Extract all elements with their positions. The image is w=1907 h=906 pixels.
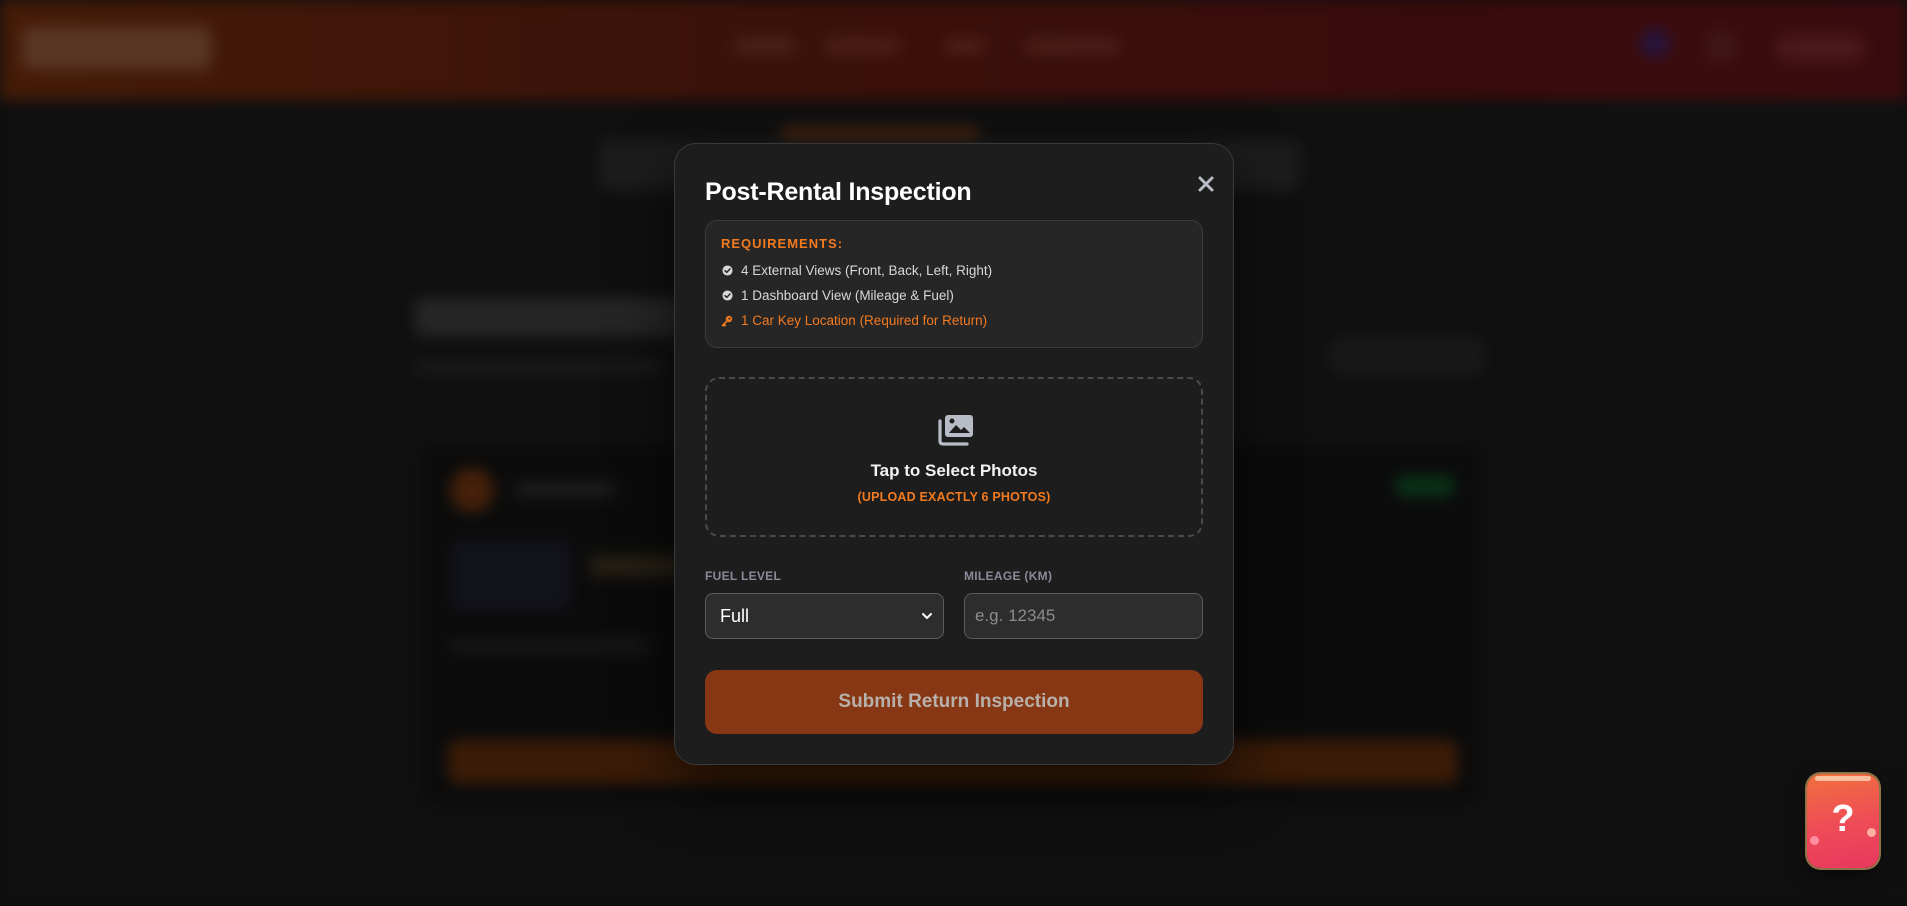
submit-return-inspection-button[interactable]: Submit Return Inspection [705, 670, 1203, 734]
requirement-item: 4 External Views (Front, Back, Left, Rig… [721, 258, 1187, 283]
requirement-text: 1 Car Key Location (Required for Return) [741, 313, 988, 328]
mileage-label: MILEAGE (KM) [964, 569, 1053, 583]
help-button[interactable]: ? [1807, 774, 1879, 868]
requirements-heading: REQUIREMENTS: [721, 236, 844, 251]
requirements-box: REQUIREMENTS: 4 External Views (Front, B… [705, 220, 1203, 348]
key-icon [721, 315, 733, 327]
help-button-dot [1810, 836, 1819, 845]
upload-subtitle: (UPLOAD EXACTLY 6 PHOTOS) [857, 490, 1051, 504]
question-mark-icon: ? [1831, 797, 1855, 840]
mileage-input[interactable] [965, 594, 1202, 638]
fuel-level-select[interactable]: Full [705, 593, 944, 639]
requirement-item-key: 1 Car Key Location (Required for Return) [721, 308, 1187, 333]
close-icon [1198, 176, 1214, 192]
requirement-text: 4 External Views (Front, Back, Left, Rig… [741, 263, 993, 278]
help-button-highlight [1815, 776, 1871, 781]
chevron-down-icon [922, 613, 932, 619]
photos-icon [938, 415, 973, 446]
requirement-text: 1 Dashboard View (Mileage & Fuel) [741, 288, 954, 303]
fuel-level-value: Full [720, 605, 750, 626]
modal-title: Post-Rental Inspection [705, 178, 972, 206]
close-button[interactable] [1191, 169, 1221, 199]
check-circle-icon [721, 265, 733, 277]
inspection-modal: Post-Rental Inspection REQUIREMENTS: 4 E… [674, 143, 1234, 765]
upload-title: Tap to Select Photos [870, 461, 1038, 480]
mileage-field[interactable] [964, 593, 1203, 639]
requirement-item: 1 Dashboard View (Mileage & Fuel) [721, 283, 1187, 308]
help-button-dot [1867, 828, 1876, 837]
check-circle-icon [721, 290, 733, 302]
fuel-level-label: FUEL LEVEL [705, 569, 782, 583]
photo-upload-dropzone[interactable]: Tap to Select Photos (UPLOAD EXACTLY 6 P… [705, 377, 1203, 537]
